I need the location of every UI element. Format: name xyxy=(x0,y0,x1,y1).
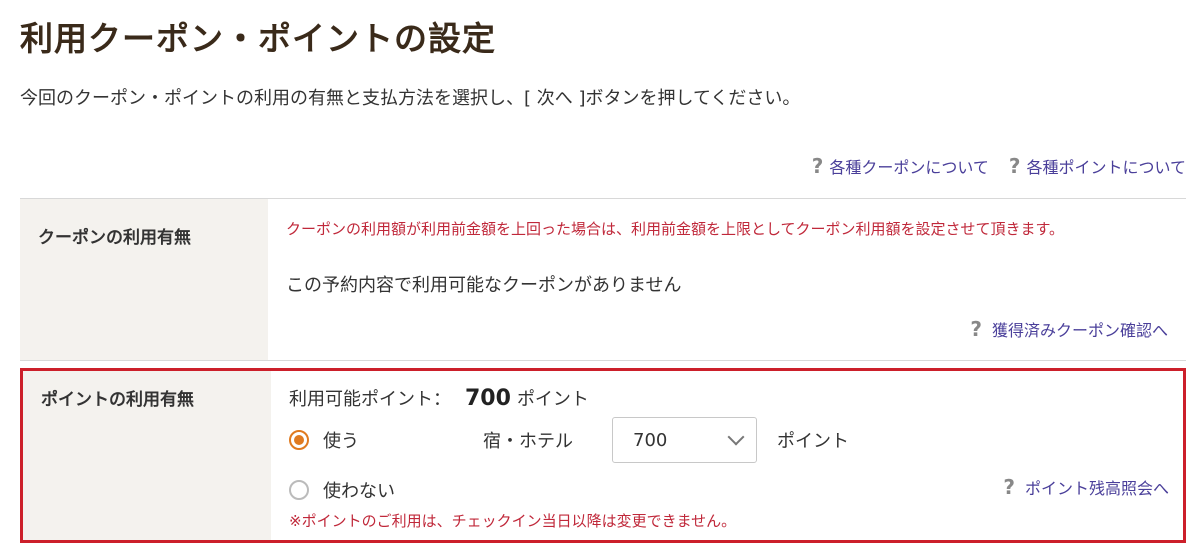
page-title: 利用クーポン・ポイントの設定 xyxy=(20,19,496,58)
no-use-points-label: 使わない xyxy=(323,481,395,502)
available-points: 利用可能ポイント： 700 ポイント xyxy=(289,385,589,411)
acquired-coupon-link[interactable]: ? 獲得済みクーポン確認へ xyxy=(970,317,1168,341)
point-section-body: 利用可能ポイント： 700 ポイント 使う 宿・ホテル 700 ポイント 使わな… xyxy=(271,371,1183,540)
point-balance-link[interactable]: ? ポイント残高照会へ xyxy=(1003,475,1169,499)
no-use-points-radio[interactable]: 使わない xyxy=(289,477,395,503)
coupon-section: クーポンの利用有無 クーポンの利用額が利用前金額を上回った場合は、利用前金額を上… xyxy=(20,198,1186,361)
use-points-radio[interactable]: 使う xyxy=(289,427,359,453)
point-unit-label: ポイント xyxy=(777,431,849,452)
radio-checked-icon[interactable] xyxy=(289,430,309,450)
point-note: ※ポイントのご利用は、チェックイン当日以降は変更できません。 xyxy=(289,512,737,530)
question-icon: ? xyxy=(1008,154,1021,178)
coupon-section-label: クーポンの利用有無 xyxy=(20,199,268,360)
acquired-coupon-link-label: 獲得済みクーポン確認へ xyxy=(991,321,1168,340)
point-balance-link-label: ポイント残高照会へ xyxy=(1024,479,1169,498)
point-amount-select[interactable]: 700 xyxy=(612,417,757,463)
help-links: ? 各種クーポンについて ? 各種ポイントについて xyxy=(812,154,1186,178)
use-points-label: 使う xyxy=(323,431,359,452)
question-icon: ? xyxy=(811,154,824,178)
point-help-link[interactable]: ? 各種ポイントについて xyxy=(1009,154,1186,178)
available-points-value: 700 xyxy=(465,386,511,411)
point-section: ポイントの利用有無 利用可能ポイント： 700 ポイント 使う 宿・ホテル 70… xyxy=(20,368,1186,543)
coupon-notice: クーポンの利用額が利用前金額を上回った場合は、利用前金額を上限としてクーポン利用… xyxy=(286,220,1065,238)
hotel-label: 宿・ホテル xyxy=(483,431,573,452)
point-section-label: ポイントの利用有無 xyxy=(23,371,271,540)
question-icon: ? xyxy=(1003,475,1015,499)
instruction-text: 今回のクーポン・ポイントの利用の有無と支払方法を選択し、[ 次へ ]ボタンを押し… xyxy=(20,88,801,109)
radio-unchecked-icon[interactable] xyxy=(289,480,309,500)
question-icon: ? xyxy=(970,317,982,341)
point-help-link-label: 各種ポイントについて xyxy=(1026,158,1186,177)
coupon-unavailable-message: この予約内容で利用可能なクーポンがありません xyxy=(286,275,682,296)
coupon-help-link-label: 各種クーポンについて xyxy=(829,158,989,177)
coupon-help-link[interactable]: ? 各種クーポンについて xyxy=(812,154,989,178)
point-amount-value: 700 xyxy=(633,429,668,451)
chevron-down-icon xyxy=(727,428,745,446)
coupon-section-body: クーポンの利用額が利用前金額を上回った場合は、利用前金額を上限としてクーポン利用… xyxy=(268,199,1186,360)
available-points-label: 利用可能ポイント： xyxy=(289,389,451,410)
available-points-unit: ポイント xyxy=(516,389,589,410)
